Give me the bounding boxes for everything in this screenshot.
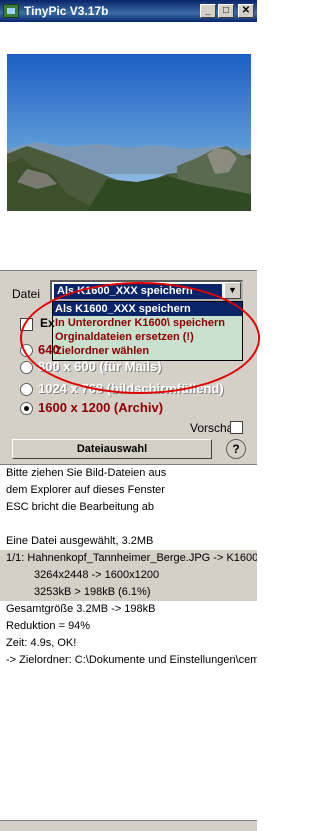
log-line: 3253kB > 198kB (6.1%) [0,584,257,601]
close-button[interactable]: ✕ [238,4,254,18]
minimize-button[interactable]: _ [200,4,216,18]
log-line: Eine Datei ausgewählt, 3.2MB [6,535,154,547]
log-line: -> Zielordner: C:\Dokumente und Einstell… [6,654,257,666]
vorschau-checkbox[interactable] [230,421,243,434]
app-icon [3,4,19,18]
log-line: 3264x2448 -> 1600x1200 [0,567,257,584]
window-title: TinyPic V3.17b [24,4,109,18]
radio-1600x1200[interactable] [20,402,33,415]
mountain-panorama-image [7,54,251,211]
dateiauswahl-button[interactable]: Dateiauswahl [12,439,212,459]
log-line: Reduktion = 94% [6,620,91,632]
log-line: ESC bricht die Bearbeitung ab [6,501,154,513]
log-output: Bitte ziehen Sie Bild-Dateien aus dem Ex… [0,464,257,820]
datei-label: Datei [12,287,41,301]
chevron-down-icon[interactable]: ▼ [224,282,241,299]
log-line: 1/1: Hahnenkopf_Tannheimer_Berge.JPG -> … [0,550,257,567]
title-bar: TinyPic V3.17b _ □ ✕ [0,0,257,22]
annotation-oval [20,282,260,394]
log-line: Gesamtgröße 3.2MB -> 198kB [6,603,156,615]
help-icon[interactable]: ? [226,439,246,459]
radio-800x600[interactable] [20,361,33,374]
log-line: dem Explorer auf dieses Fenster [6,484,165,496]
status-bar [0,820,257,831]
maximize-button[interactable]: □ [218,4,234,18]
log-line: Bitte ziehen Sie Bild-Dateien aus [6,467,167,479]
radio-1600x1200-label: 1600 x 1200 (Archiv) [38,400,164,415]
radio-1024x768[interactable] [20,383,33,396]
preview-image [7,54,251,211]
log-line: Zeit: 4.9s, OK! [6,637,77,649]
